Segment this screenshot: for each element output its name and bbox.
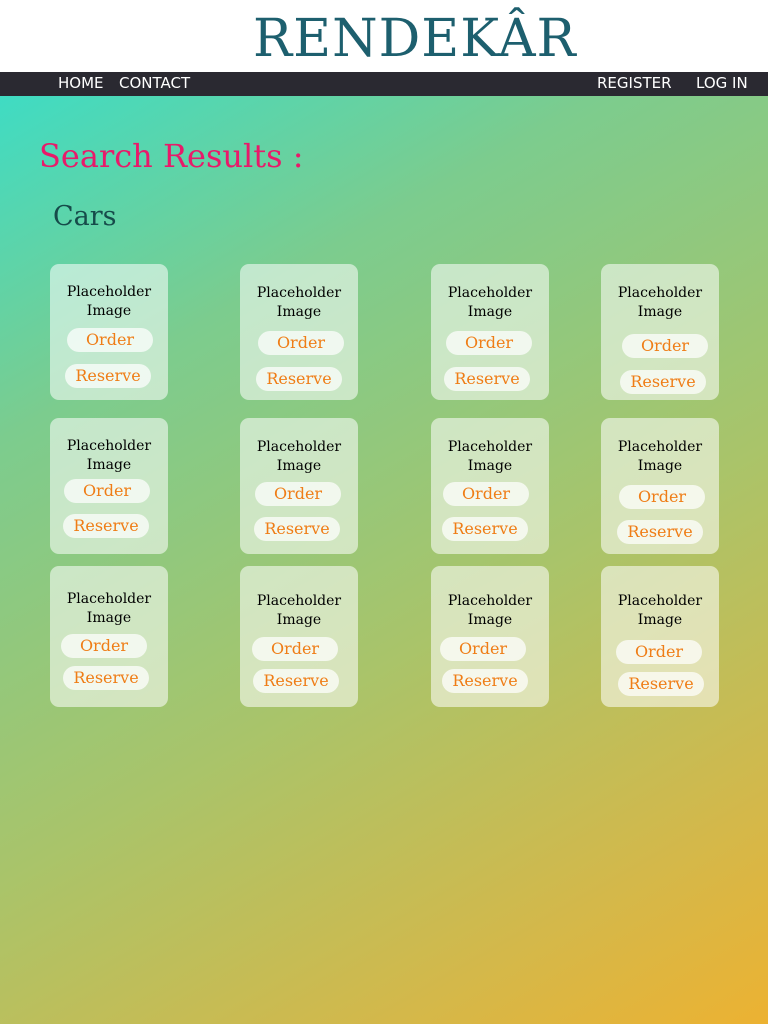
site-logo[interactable]: RENDEKÂR (253, 8, 577, 70)
car-card: Placeholder Image Order Reserve (431, 566, 549, 707)
car-card: Placeholder Image Order Reserve (601, 566, 719, 707)
order-button[interactable]: Order (258, 331, 344, 355)
reserve-button[interactable]: Reserve (254, 517, 340, 541)
reserve-button[interactable]: Reserve (618, 672, 704, 696)
car-image-placeholder: Placeholder Image (617, 285, 703, 320)
car-card: Placeholder Image Order Reserve (50, 418, 168, 554)
reserve-button[interactable]: Reserve (253, 669, 339, 693)
reserve-button[interactable]: Reserve (442, 517, 528, 541)
reserve-button[interactable]: Reserve (256, 367, 342, 391)
section-title-cars: Cars (53, 201, 117, 232)
reserve-button[interactable]: Reserve (63, 514, 149, 538)
site-header: RENDEKÂR (0, 0, 768, 72)
order-button[interactable]: Order (64, 479, 150, 503)
reserve-button[interactable]: Reserve (65, 364, 151, 388)
order-button[interactable]: Order (252, 637, 338, 661)
car-image-placeholder: Placeholder Image (256, 439, 342, 474)
nav-login-link[interactable]: LOG IN (696, 72, 748, 96)
nav-register-link[interactable]: REGISTER (597, 72, 672, 96)
car-card: Placeholder Image Order Reserve (601, 418, 719, 554)
order-button[interactable]: Order (440, 637, 526, 661)
car-image-placeholder: Placeholder Image (66, 591, 152, 626)
reserve-button[interactable]: Reserve (444, 367, 530, 391)
car-card: Placeholder Image Order Reserve (601, 264, 719, 400)
car-image-placeholder: Placeholder Image (447, 593, 533, 628)
page-title: Search Results : (39, 137, 304, 175)
car-image-placeholder: Placeholder Image (447, 285, 533, 320)
car-image-placeholder: Placeholder Image (256, 285, 342, 320)
reserve-button[interactable]: Reserve (620, 370, 706, 394)
order-button[interactable]: Order (619, 485, 705, 509)
order-button[interactable]: Order (255, 482, 341, 506)
nav-home-link[interactable]: HOME (58, 72, 104, 96)
order-button[interactable]: Order (443, 482, 529, 506)
order-button[interactable]: Order (622, 334, 708, 358)
nav-bar: HOME CONTACT REGISTER LOG IN (0, 72, 768, 96)
reserve-button[interactable]: Reserve (63, 666, 149, 690)
car-card: Placeholder Image Order Reserve (431, 418, 549, 554)
car-image-placeholder: Placeholder Image (617, 439, 703, 474)
car-image-placeholder: Placeholder Image (617, 593, 703, 628)
car-image-placeholder: Placeholder Image (447, 439, 533, 474)
car-card: Placeholder Image Order Reserve (50, 566, 168, 707)
reserve-button[interactable]: Reserve (442, 669, 528, 693)
car-card: Placeholder Image Order Reserve (50, 264, 168, 400)
car-card: Placeholder Image Order Reserve (240, 418, 358, 554)
car-card: Placeholder Image Order Reserve (431, 264, 549, 400)
reserve-button[interactable]: Reserve (617, 520, 703, 544)
order-button[interactable]: Order (67, 328, 153, 352)
car-card: Placeholder Image Order Reserve (240, 264, 358, 400)
car-image-placeholder: Placeholder Image (256, 593, 342, 628)
order-button[interactable]: Order (61, 634, 147, 658)
order-button[interactable]: Order (616, 640, 702, 664)
car-card: Placeholder Image Order Reserve (240, 566, 358, 707)
car-image-placeholder: Placeholder Image (66, 438, 152, 473)
car-image-placeholder: Placeholder Image (66, 284, 152, 319)
nav-contact-link[interactable]: CONTACT (119, 72, 190, 96)
order-button[interactable]: Order (446, 331, 532, 355)
